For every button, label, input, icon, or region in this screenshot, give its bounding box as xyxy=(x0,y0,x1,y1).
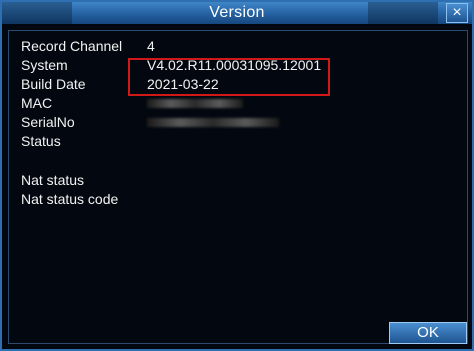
mac-value-redacted xyxy=(147,94,243,112)
dialog-title: Version xyxy=(209,4,265,21)
close-icon: × xyxy=(452,4,462,21)
ok-button[interactable]: OK xyxy=(389,322,467,344)
highlight-box xyxy=(128,58,330,96)
build-date-label: Build Date xyxy=(21,76,86,92)
title-bar: Version × xyxy=(2,2,472,24)
redaction-blur xyxy=(147,118,279,127)
version-dialog: Version × Record Channel 4 System V4.02.… xyxy=(0,0,474,351)
system-label: System xyxy=(21,57,68,73)
nat-status-label: Nat status xyxy=(21,172,85,188)
serialno-label: SerialNo xyxy=(21,114,75,130)
record-channel-value: 4 xyxy=(147,38,155,54)
serialno-value-redacted xyxy=(147,113,279,131)
nat-status-code-label: Nat status code xyxy=(21,191,119,207)
status-label: Status xyxy=(21,133,61,149)
redaction-blur xyxy=(147,99,243,108)
record-channel-label: Record Channel xyxy=(21,38,123,54)
mac-label: MAC xyxy=(21,95,53,111)
close-button[interactable]: × xyxy=(446,3,468,23)
